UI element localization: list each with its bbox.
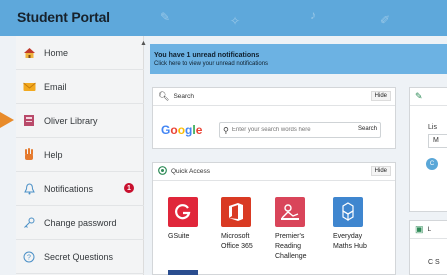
quick-access-panel: Quick Access Hide GSuite Microsoft Offic… <box>152 162 396 275</box>
tile-label: Everyday Maths Hub <box>333 233 367 250</box>
right-panel-header: ✎ <box>410 88 447 106</box>
right-panel-label: Lis <box>428 124 437 131</box>
svg-text:?: ? <box>27 254 31 261</box>
pointer-arrow-icon <box>0 112 14 128</box>
sidebar-item-label: Home <box>44 47 69 58</box>
sidebar-item-help[interactable]: Help <box>16 138 144 172</box>
sidebar-item-label: Email <box>44 81 67 92</box>
sidebar-item-secret-questions[interactable]: ? Secret Questions <box>16 240 144 274</box>
header-doodle-icon: ✧ <box>230 14 241 28</box>
notification-count-badge: 1 <box>124 183 134 193</box>
hide-search-button[interactable]: Hide <box>370 91 391 101</box>
sidebar-item-label: Notifications <box>44 183 94 194</box>
tile-label: Premier's Reading Challenge <box>275 233 307 260</box>
question-icon: ? <box>22 250 36 264</box>
header-doodle-icon: ♪ <box>310 8 316 22</box>
right-panel-input[interactable]: M <box>428 134 447 148</box>
search-panel-title: Search <box>173 93 195 100</box>
sidebar-item-label: Secret Questions <box>44 251 114 262</box>
hide-quick-access-button[interactable]: Hide <box>370 166 391 176</box>
reading-challenge-icon <box>275 197 305 227</box>
header-bar: Student Portal ✎ ✧ ♪ ✐ <box>0 0 447 36</box>
notification-banner[interactable]: You have 1 unread notifications Click he… <box>150 44 447 74</box>
google-search-box: ⚲ Search <box>219 122 381 138</box>
search-icon: 🔍︎ <box>158 91 170 101</box>
sidebar-item-home[interactable]: Home <box>16 36 144 70</box>
pencil-icon: ✎ <box>415 91 423 101</box>
notification-title: You have 1 unread notifications <box>154 52 260 59</box>
tile-label: GSuite <box>168 233 190 240</box>
home-icon <box>22 46 36 60</box>
quick-access-header: Quick Access Hide <box>153 163 395 181</box>
sidebar: Home Email Oliver Library Help Notificat… <box>16 36 144 275</box>
right-lower-panel: ▣ L C S <box>409 220 447 275</box>
sidebar-item-change-password[interactable]: Change password <box>16 206 144 240</box>
right-lower-title: L <box>427 226 432 233</box>
search-icon: ⚲ <box>223 125 229 135</box>
tile-gsuite[interactable]: GSuite <box>168 197 206 242</box>
tile-premiers-reading-challenge[interactable]: Premier's Reading Challenge <box>275 197 313 262</box>
office-icon <box>221 197 251 227</box>
sidebar-item-notifications[interactable]: Notifications 1 <box>16 172 144 206</box>
quick-access-icon <box>158 166 167 177</box>
notification-subtitle: Click here to view your unread notificat… <box>154 61 269 67</box>
tile-label: Microsoft Office 365 <box>221 233 253 250</box>
monitor-icon: ▣ <box>415 224 424 234</box>
key-icon <box>22 216 36 230</box>
search-panel-header: 🔍︎ Search Hide <box>153 88 395 106</box>
sidebar-item-oliver-library[interactable]: Oliver Library <box>16 104 144 138</box>
tile-microsoft-office-365[interactable]: Microsoft Office 365 <box>221 197 259 252</box>
header-doodle-icon: ✐ <box>380 13 391 27</box>
quick-access-title: Quick Access <box>171 168 211 175</box>
next-row-tile-edge[interactable] <box>168 270 198 275</box>
email-icon <box>22 80 36 94</box>
search-input[interactable] <box>231 127 342 133</box>
tile-everyday-maths-hub[interactable]: Everyday Maths Hub <box>333 197 371 252</box>
scroll-up-icon[interactable]: ▲ <box>140 40 147 47</box>
gsuite-icon <box>168 197 198 227</box>
right-panel-button[interactable]: C <box>426 158 438 170</box>
search-panel: 🔍︎ Search Hide Google ⚲ Search <box>152 87 396 149</box>
right-lower-header: ▣ L <box>410 221 447 239</box>
right-lower-text: C S <box>428 259 440 266</box>
library-icon <box>22 114 36 128</box>
sidebar-item-label: Change password <box>44 217 117 228</box>
right-side-panel: ✎ Lis M C <box>409 87 447 212</box>
sidebar-item-email[interactable]: Email <box>16 70 144 104</box>
student-portal-page: Student Portal ✎ ✧ ♪ ✐ Home Email Oliver… <box>0 0 447 275</box>
sidebar-item-label: Oliver Library <box>44 115 98 126</box>
sidebar-item-label: Help <box>44 149 63 160</box>
search-button[interactable]: Search <box>358 126 377 132</box>
header-doodle-icon: ✎ <box>160 10 171 24</box>
google-logo: Google <box>161 123 203 137</box>
bell-icon <box>22 182 36 196</box>
help-icon <box>22 148 36 162</box>
maths-hub-icon <box>333 197 363 227</box>
portal-title: Student Portal <box>17 9 110 25</box>
